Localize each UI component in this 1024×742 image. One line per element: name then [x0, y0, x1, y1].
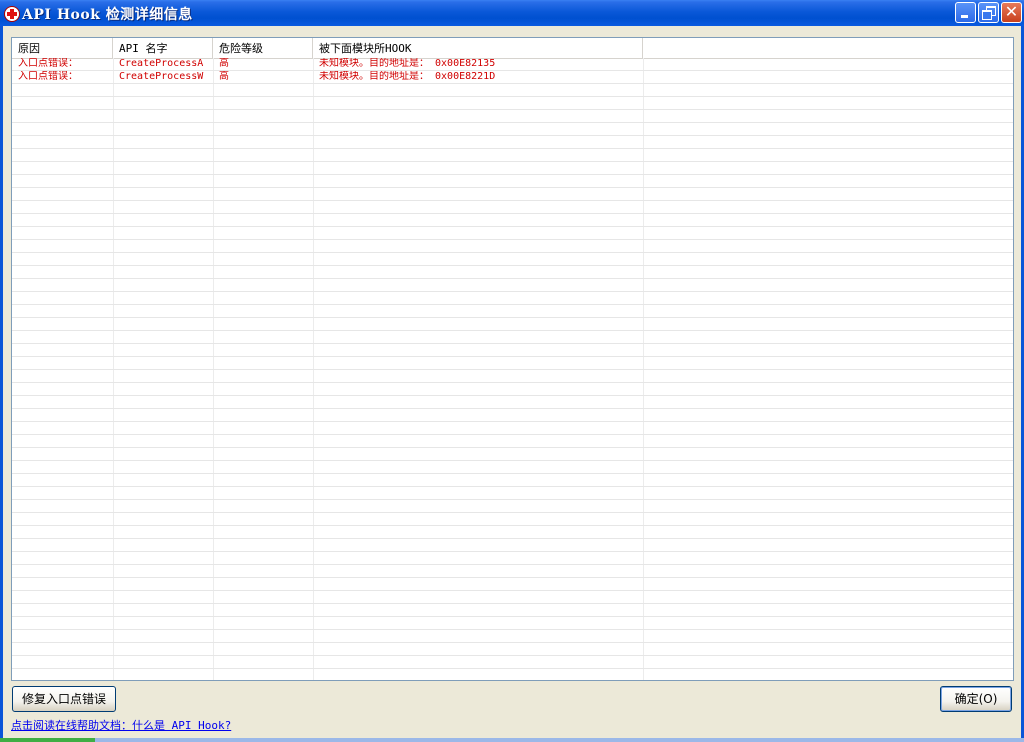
- cell-hook-module: 未知模块。目的地址是： 0x00E82135: [319, 58, 496, 69]
- empty-row: [12, 461, 1013, 474]
- empty-row: [12, 136, 1013, 149]
- empty-row: [12, 357, 1013, 370]
- help-link[interactable]: 点击阅读在线帮助文档：什么是 API Hook?: [11, 717, 231, 733]
- empty-row: [12, 552, 1013, 565]
- empty-row: [12, 487, 1013, 500]
- empty-row: [12, 175, 1013, 188]
- empty-row: [12, 578, 1013, 591]
- empty-row: [12, 188, 1013, 201]
- column-header-reason[interactable]: 原因: [12, 38, 113, 58]
- empty-row: [12, 97, 1013, 110]
- empty-row: [12, 305, 1013, 318]
- empty-row: [12, 500, 1013, 513]
- column-header-hook-module[interactable]: 被下面模块所HOOK: [313, 38, 643, 58]
- cell-reason: 入口点错误：: [18, 58, 78, 69]
- close-icon: ✕: [1004, 2, 1019, 21]
- cell-api-name: CreateProcessA: [119, 58, 204, 69]
- empty-row: [12, 448, 1013, 461]
- empty-row: [12, 318, 1013, 331]
- empty-row: [12, 526, 1013, 539]
- cell-reason: 入口点错误：: [18, 71, 78, 82]
- cell-api-name: CreateProcessW: [119, 71, 204, 82]
- empty-row: [12, 279, 1013, 292]
- window-title: API Hook 检测详细信息: [22, 7, 193, 23]
- progress-fill: [0, 738, 95, 742]
- empty-row: [12, 565, 1013, 578]
- list-rows: 入口点错误： CreateProcessA 高 未知模块。目的地址是： 0x00…: [12, 58, 1013, 680]
- empty-row: [12, 149, 1013, 162]
- empty-row: [12, 123, 1013, 136]
- empty-row: [12, 656, 1013, 669]
- table-row[interactable]: 入口点错误： CreateProcessW 高 未知模块。目的地址是： 0x00…: [12, 71, 1013, 84]
- list-header: 原因 API 名字 危险等级 被下面模块所HOOK: [12, 38, 1013, 59]
- empty-row: [12, 513, 1013, 526]
- empty-row: [12, 474, 1013, 487]
- table-row[interactable]: 入口点错误： CreateProcessA 高 未知模块。目的地址是： 0x00…: [12, 58, 1013, 71]
- window-border-left: [0, 26, 3, 742]
- empty-row: [12, 643, 1013, 656]
- empty-row: [12, 110, 1013, 123]
- empty-row: [12, 422, 1013, 435]
- empty-row: [12, 539, 1013, 552]
- empty-row: [12, 227, 1013, 240]
- cell-risk-level: 高: [219, 58, 229, 69]
- empty-row: [12, 266, 1013, 279]
- restore-button[interactable]: [978, 2, 999, 23]
- cell-hook-module: 未知模块。目的地址是： 0x00E8221D: [319, 71, 496, 82]
- empty-row: [12, 292, 1013, 305]
- empty-row: [12, 331, 1013, 344]
- column-header-api-name[interactable]: API 名字: [113, 38, 213, 58]
- repair-entry-point-button[interactable]: 修复入口点错误: [12, 686, 116, 712]
- minimize-button[interactable]: [955, 2, 976, 23]
- empty-row: [12, 396, 1013, 409]
- empty-row: [12, 370, 1013, 383]
- ok-button[interactable]: 确定(O): [940, 686, 1012, 712]
- hook-list-view[interactable]: 原因 API 名字 危险等级 被下面模块所HOOK 入口点错误： CreateP…: [11, 37, 1014, 681]
- cell-risk-level: 高: [219, 71, 229, 82]
- empty-row: [12, 84, 1013, 97]
- empty-row: [12, 201, 1013, 214]
- column-header-risk-level[interactable]: 危险等级: [213, 38, 313, 58]
- empty-row: [12, 383, 1013, 396]
- app-icon: [4, 6, 20, 22]
- empty-row: [12, 630, 1013, 643]
- title-bar[interactable]: API Hook 检测详细信息 ✕: [0, 0, 1024, 26]
- empty-row: [12, 240, 1013, 253]
- bottom-strip: [0, 738, 1024, 742]
- empty-row: [12, 617, 1013, 630]
- empty-row: [12, 435, 1013, 448]
- close-button[interactable]: ✕: [1001, 2, 1022, 23]
- empty-row: [12, 591, 1013, 604]
- empty-row: [12, 409, 1013, 422]
- empty-row: [12, 669, 1013, 680]
- empty-row: [12, 344, 1013, 357]
- empty-row: [12, 162, 1013, 175]
- empty-row: [12, 214, 1013, 227]
- empty-row: [12, 253, 1013, 266]
- empty-row: [12, 604, 1013, 617]
- column-header-empty: [643, 38, 1013, 58]
